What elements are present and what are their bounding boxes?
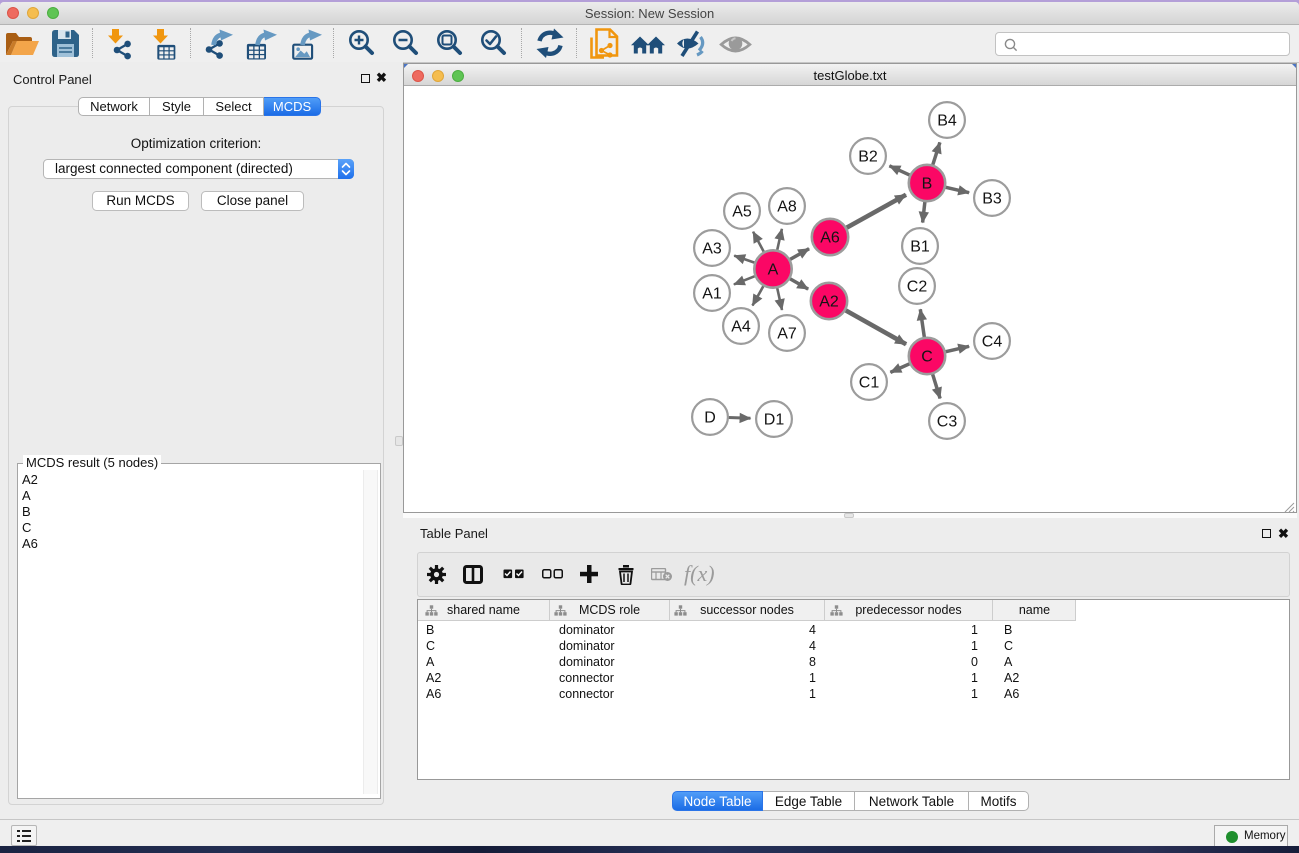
svg-text:C4: C4 xyxy=(982,334,1003,351)
svg-text:D: D xyxy=(704,410,716,427)
svg-text:A2: A2 xyxy=(819,294,839,311)
svg-text:C: C xyxy=(921,349,933,366)
svg-text:A8: A8 xyxy=(777,199,797,216)
svg-text:B1: B1 xyxy=(910,239,930,256)
svg-text:A7: A7 xyxy=(777,326,797,343)
svg-text:D1: D1 xyxy=(764,412,785,429)
svg-text:B: B xyxy=(922,176,933,193)
svg-text:A3: A3 xyxy=(702,241,722,258)
svg-text:A1: A1 xyxy=(702,286,722,303)
svg-text:C2: C2 xyxy=(907,279,928,296)
svg-text:B3: B3 xyxy=(982,191,1002,208)
svg-text:A4: A4 xyxy=(731,319,751,336)
svg-text:B4: B4 xyxy=(937,113,957,130)
svg-text:A: A xyxy=(768,262,779,279)
svg-text:A6: A6 xyxy=(820,230,840,247)
svg-text:B2: B2 xyxy=(858,149,878,166)
svg-text:C3: C3 xyxy=(937,414,958,431)
svg-text:A5: A5 xyxy=(732,204,752,221)
svg-text:C1: C1 xyxy=(859,375,880,392)
